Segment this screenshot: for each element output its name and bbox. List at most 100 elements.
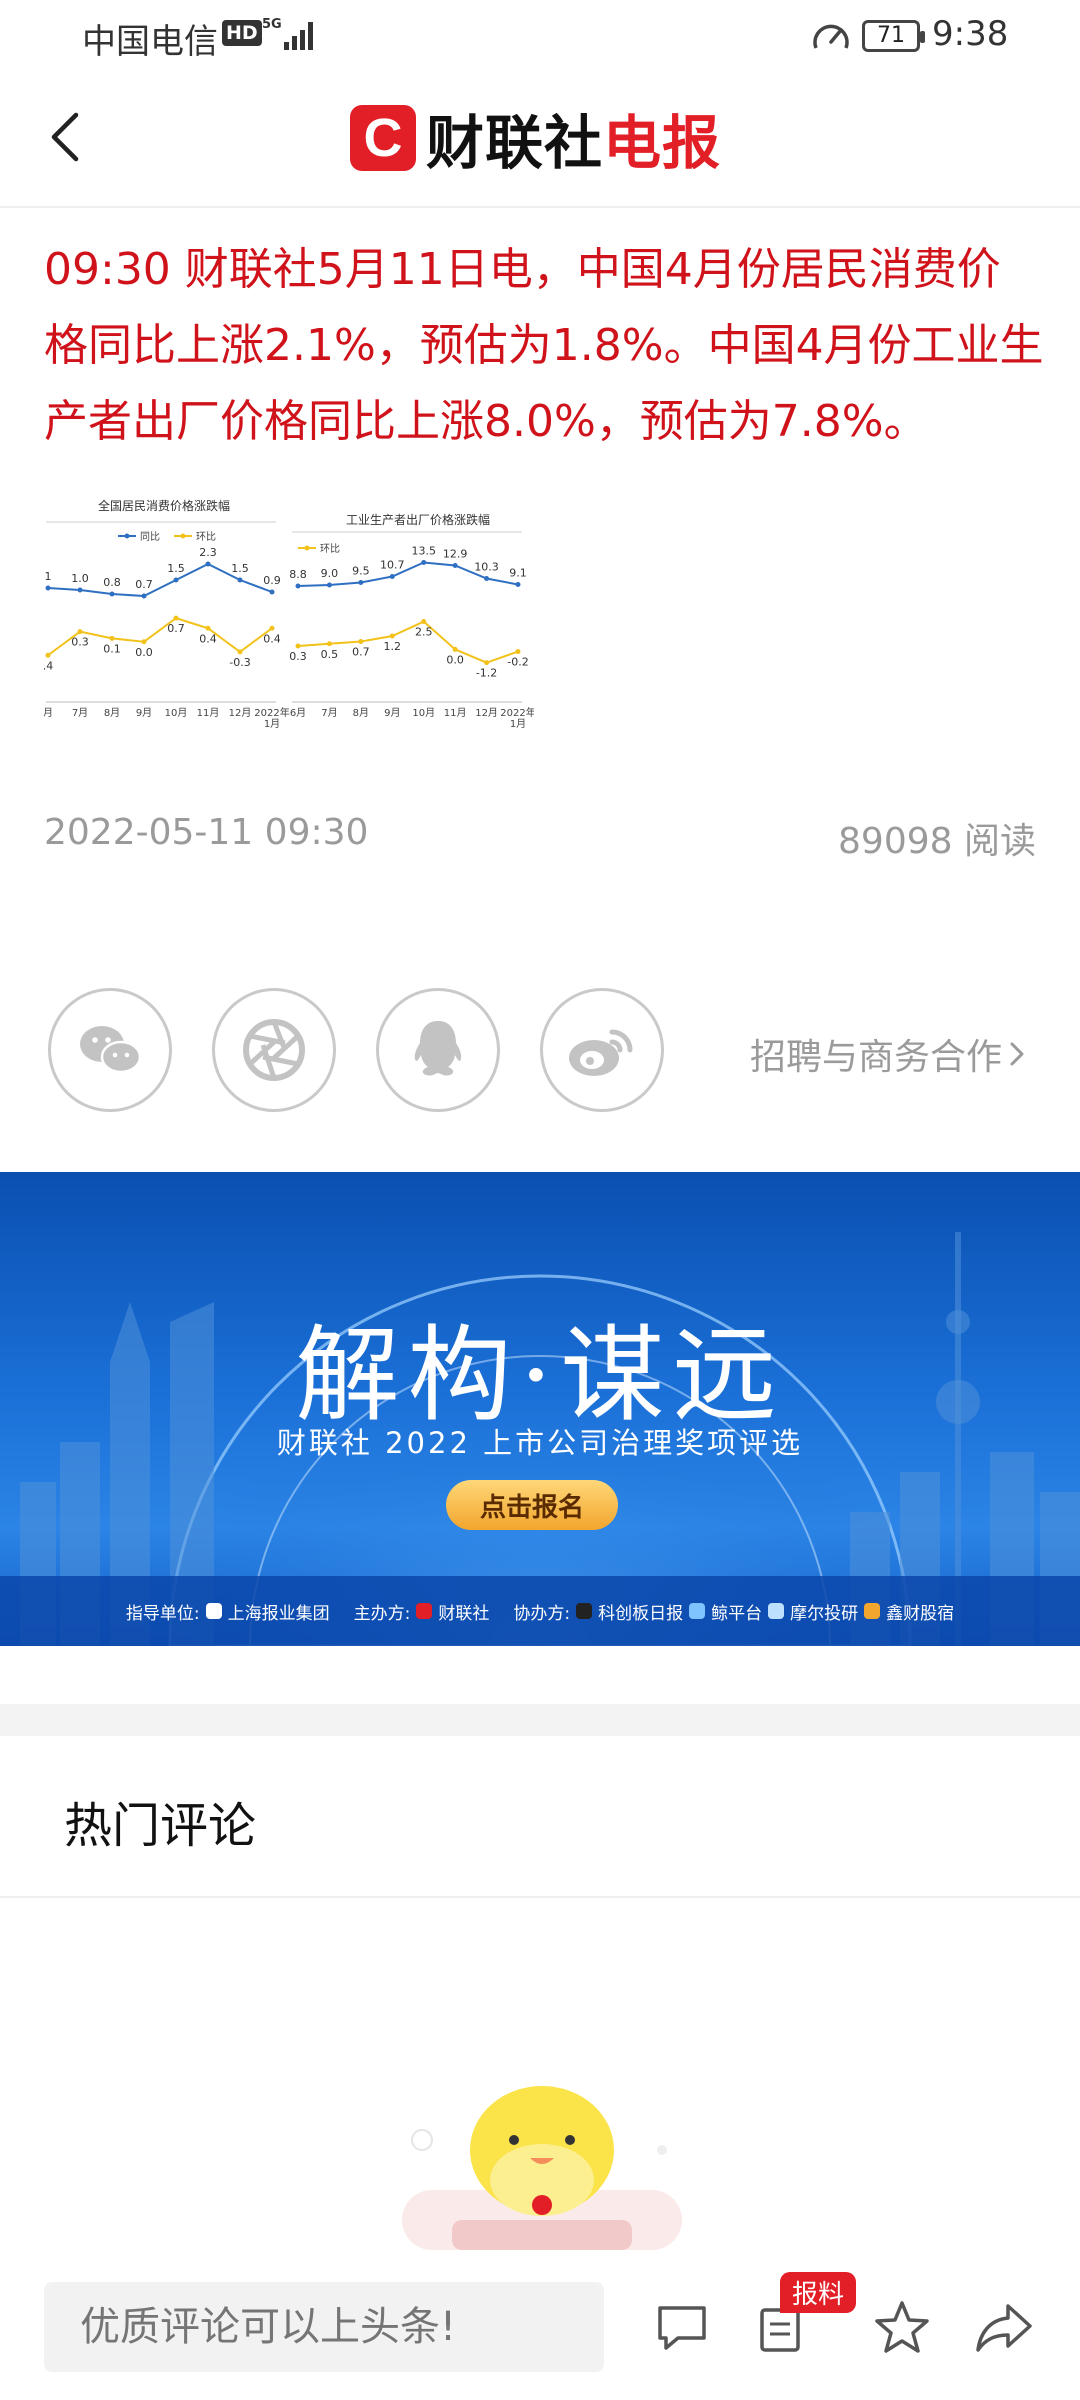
ppi-yoy-data-label: 8.8 bbox=[289, 568, 307, 581]
back-button[interactable] bbox=[36, 102, 96, 172]
carrier-label: 中国电信 bbox=[82, 22, 218, 62]
ppi-mom-data-label: 0.5 bbox=[321, 648, 339, 661]
co-logo-icon bbox=[576, 1603, 593, 1619]
share-qq-button[interactable] bbox=[376, 988, 500, 1112]
cpi-mom-point bbox=[237, 649, 243, 655]
speedometer-icon bbox=[813, 24, 849, 49]
sponsor-co-org-1: 科创板日报 bbox=[598, 1603, 684, 1624]
banner-signup-button[interactable]: 点击报名 bbox=[446, 1480, 618, 1530]
cpi-yoy-data-label: 0.9 bbox=[263, 574, 281, 587]
cpi-yoy-data-label: 1 bbox=[45, 570, 52, 583]
co-logo-icon bbox=[768, 1603, 785, 1619]
ppi-mom-point bbox=[452, 646, 458, 652]
sponsor-co-org-3: 摩尔投研 bbox=[790, 1603, 859, 1624]
hot-comments-title: 热门评论 bbox=[64, 1798, 257, 1854]
share-row: 招聘与商务合作 bbox=[48, 988, 1048, 1114]
cpi-mom-point bbox=[77, 629, 83, 635]
ppi-x-tick-label: 7月 bbox=[321, 707, 337, 719]
logo-text-telegraph: 电报 bbox=[603, 109, 722, 177]
ppi-mom-point bbox=[515, 649, 521, 655]
cpi-mom-data-label: 0.7 bbox=[167, 622, 185, 635]
battery-indicator: 71 bbox=[862, 20, 925, 52]
star-icon bbox=[875, 2301, 929, 2353]
share-weibo-button[interactable] bbox=[540, 988, 664, 1112]
cpi-mom-data-label: 0.3 bbox=[71, 636, 89, 649]
ppi-yoy-data-label: 13.5 bbox=[411, 545, 436, 558]
legend-mom: 环比 bbox=[196, 531, 216, 543]
ppi-yoy-point bbox=[452, 563, 458, 568]
share-button[interactable] bbox=[974, 2298, 1034, 2358]
ppi-yoy-point bbox=[484, 576, 490, 581]
ppi-x-tick-label: 2022年 bbox=[500, 706, 534, 719]
ppi-yoy-data-label: 9.1 bbox=[509, 567, 527, 580]
ppi-mom-point bbox=[358, 639, 364, 645]
share-moments-button[interactable] bbox=[212, 988, 336, 1112]
ppi-x-tick-label: 8月 bbox=[353, 707, 369, 719]
cpi-x-tick-label: 8月 bbox=[104, 707, 120, 719]
ppi-mom-data-label: 2.5 bbox=[415, 626, 433, 639]
ppi-yoy-point bbox=[295, 583, 301, 589]
section-separator bbox=[0, 1896, 1080, 1898]
cpi-yoy-data-label: 1.5 bbox=[231, 562, 249, 575]
comment-icon bbox=[658, 2306, 706, 2350]
comments-button[interactable] bbox=[652, 2298, 712, 2358]
promo-banner[interactable]: 解构·谋远 财联社 2022 上市公司治理奖项评选 点击报名 指导单位: 上海报… bbox=[0, 1172, 1080, 1646]
app-logo: C 财联社 电报 bbox=[350, 102, 721, 177]
sponsor-guide: 指导单位: 上海报业集团 bbox=[126, 1599, 330, 1624]
cpi-yoy-data-label: 1.5 bbox=[167, 562, 185, 575]
cpi-yoy-point bbox=[205, 561, 211, 567]
sponsor-co-label: 协办方: bbox=[513, 1603, 571, 1624]
cpi-x-tick-label: 2022年 bbox=[254, 706, 289, 719]
ppi-x-tick-label: 1月 bbox=[510, 718, 526, 730]
ppi-mom-point bbox=[389, 633, 395, 639]
cpi-yoy-point bbox=[45, 585, 51, 591]
sponsor-guide-org: 上海报业集团 bbox=[227, 1603, 330, 1624]
cpi-yoy-data-label: 2.3 bbox=[199, 546, 217, 559]
ppi-yoy-data-label: 12.9 bbox=[443, 548, 468, 561]
cpi-yoy-data-label: 0.8 bbox=[103, 576, 121, 589]
ppi-mom-point bbox=[421, 619, 427, 625]
comment-input[interactable] bbox=[44, 2282, 604, 2372]
sponsor-co-org-2: 鲸平台 bbox=[711, 1603, 763, 1624]
favorite-button[interactable] bbox=[872, 2298, 932, 2358]
logo-mark: C bbox=[350, 105, 416, 171]
share-wechat-button[interactable] bbox=[48, 988, 172, 1112]
ppi-yoy-point bbox=[421, 560, 427, 565]
article-headline: 09:30 财联社5月11日电，中国4月份居民消费价格同比上涨2.1%，预估为1… bbox=[44, 244, 1044, 447]
cpi-mom-point bbox=[141, 639, 147, 645]
article-date: 2022-05-11 09:30 bbox=[44, 812, 369, 853]
cpi-mom-data-label: .4 bbox=[44, 659, 53, 672]
ppi-yoy-data-label: 10.3 bbox=[474, 561, 499, 574]
legend-yoy: 同比 bbox=[140, 531, 160, 543]
cpi-yoy-data-label: 0.7 bbox=[135, 578, 153, 591]
article-chart-image[interactable]: 全国居民消费价格涨跌幅 同比 环比 1 1.0 0.8 0.7 1.5 2.3 1.5 0.9… bbox=[44, 490, 534, 740]
ppi-x-tick-label: 11月 bbox=[444, 707, 467, 719]
cpi-yoy-point bbox=[141, 593, 147, 599]
cpi-chart-title: 全国居民消费价格涨跌幅 bbox=[98, 498, 230, 513]
logo-text-brand: 财联社 bbox=[426, 109, 604, 177]
ppi-yoy-data-label: 9.0 bbox=[321, 567, 339, 580]
ppi-mom-data-label: 0.7 bbox=[352, 646, 370, 659]
cpi-yoy-data-label: 1.0 bbox=[71, 572, 89, 585]
banner-subtitle: 财联社 2022 上市公司治理奖项评选 bbox=[276, 1426, 804, 1460]
ppi-mom-point bbox=[326, 641, 332, 647]
cpi-mom-point bbox=[269, 625, 275, 631]
sponsor-host-org: 财联社 bbox=[438, 1603, 490, 1624]
cpi-yoy-point bbox=[109, 591, 115, 597]
ppi-x-tick-label: 10月 bbox=[412, 707, 435, 719]
chevron-left-icon bbox=[51, 112, 79, 162]
bottom-action-bar: 报料 bbox=[0, 2258, 1080, 2400]
cpi-mom-point bbox=[173, 615, 179, 621]
cpi-x-tick-label: 12月 bbox=[229, 707, 252, 719]
report-badge[interactable]: 报料 bbox=[780, 2272, 857, 2313]
ppi-mom-point bbox=[295, 643, 301, 649]
ppi-mom-data-label: 1.2 bbox=[384, 640, 402, 653]
cpi-yoy-point bbox=[269, 589, 275, 595]
business-cooperation-link[interactable]: 招聘与商务合作 bbox=[750, 1028, 1032, 1080]
hd-badge: HD bbox=[222, 20, 262, 46]
host-logo-icon bbox=[416, 1603, 433, 1619]
ppi-mom-data-label: 0.0 bbox=[446, 653, 464, 666]
ppi-mom-data-label: -0.2 bbox=[507, 656, 528, 669]
ppi-mom-point bbox=[484, 660, 490, 666]
empty-comments-mascot-icon bbox=[402, 2086, 682, 2250]
